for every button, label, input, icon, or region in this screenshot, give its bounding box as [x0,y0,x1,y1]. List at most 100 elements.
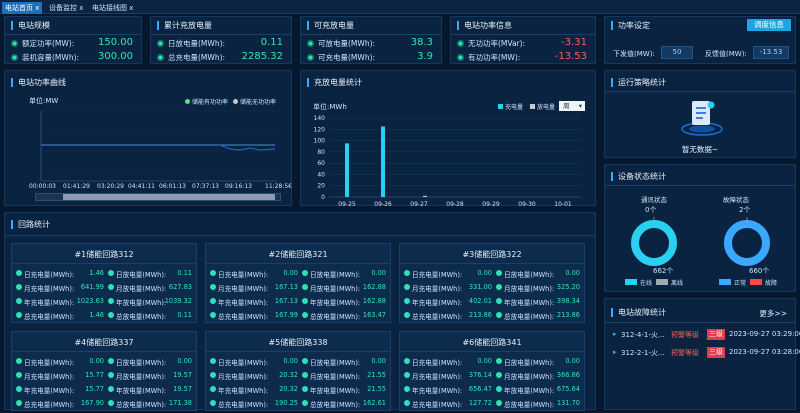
loop-stat-label: 月充电量(MWh): [24,285,75,293]
status-dot-icon [108,386,114,392]
status-dot-icon [302,270,308,276]
loop-stat: 年放电量(MWh): 19.57 [108,384,192,396]
loop-card-title: #2储能回路321 [268,250,328,259]
loop-stat-value: 167.13 [274,297,298,305]
x-tick: 01:41:29 [63,183,90,190]
status-dot-icon [496,386,502,392]
loop-stat-value: 213.86 [468,311,492,319]
loop-stat-value: 1.46 [89,269,104,277]
status-dot-icon [496,372,502,378]
loop-stat: 总放电量(MWh): 171.38 [108,398,192,410]
loop-card-title: #3储能回路322 [462,250,522,259]
loop-card: #4储能回路337 日充电量(MWh): 0.00 日放电量(MWh): 0.00 月充电… [11,331,197,411]
tab-wiring-diagram[interactable]: 电站接线图 x [89,2,136,14]
status-dot-icon [302,358,308,364]
stat-label: 可放电量(MWh): [318,39,376,48]
status-dot-icon [404,386,410,392]
stat-row: 可放电量(MWh): 38.3 [301,37,441,51]
status-dot-icon [210,386,216,392]
x-tick: 00:00:03 [29,183,56,190]
loop-stat-value: 19.57 [173,385,192,393]
loop-stat-label: 日充电量(MWh): [218,359,269,367]
loop-stat-label: 年放电量(MWh): [310,299,361,307]
tab-bar: 电站首页 x 设备监控 x 电站接线图 x [0,0,800,14]
issue-label: 下发值(MW): [613,50,655,58]
fault-type: 预警等级 [671,349,699,357]
tab-station-home[interactable]: 电站首页 x [2,2,43,14]
stat-value: -3.31 [561,37,587,48]
loop-stat-label: 月充电量(MWh): [412,373,463,381]
issue-value-field[interactable]: 50 [661,46,693,59]
power-curve-panel: 电站功率曲线 单位:MW 储能有功功率 储能无功功率 00:00:03 01:4… [4,70,292,206]
fault-row[interactable]: ▸ 312-4-1-火... 预警等级 三级 2023-09-27 03:29:… [611,329,800,343]
stat-value: 3.9 [417,51,433,62]
loop-stat-value: 190.25 [274,399,298,407]
stat-value: 300.00 [98,51,133,62]
loop-stat-value: 162.88 [362,297,386,305]
fault-normal-count: 660个 [749,267,770,275]
status-dot-icon [302,386,308,392]
fault-device: 312-4-1-火... [621,331,665,339]
stat-row: 有功功率(MW): -13.53 [451,51,595,65]
loop-stat: 日充电量(MWh): 0.00 [210,268,298,280]
status-dot-icon [404,372,410,378]
loop-stat: 年放电量(MWh): 675.64 [496,384,580,396]
stat-label: 装机容量(MWh): [22,53,80,62]
loop-stat: 日放电量(MWh): 0.00 [302,268,386,280]
loop-stat-value: 127.72 [468,399,492,407]
panel-title: 功率设定 [611,21,650,30]
zoom-slider-handle[interactable] [63,194,275,200]
fault-row[interactable]: ▸ 312-2-1-火... 预警等级 三级 2023-09-27 03:28:… [611,347,800,361]
loop-stat-label: 总充电量(MWh): [218,401,269,409]
loop-stat: 总放电量(MWh): 162.61 [302,398,386,410]
loop-stat-label: 总放电量(MWh): [504,401,555,409]
loop-stat-label: 日充电量(MWh): [24,359,75,367]
x-tick: 07:37:13 [192,183,219,190]
loop-stat-value: 163.47 [362,311,386,319]
loop-stat-value: 0.00 [565,357,580,365]
x-tick: 09-26 [374,201,392,207]
status-dot-icon [16,358,22,364]
status-dot-icon [307,40,314,47]
caret-right-icon: ▸ [613,348,617,356]
loop-stat-label: 年充电量(MWh): [218,299,269,307]
loop-stat-label: 日放电量(MWh): [504,271,555,279]
more-link[interactable]: 更多>> [759,308,787,319]
loop-card-title: #4储能回路337 [74,338,134,347]
loop-stat-value: 0.00 [477,357,492,365]
loop-stat: 总充电量(MWh): 1.46 [16,310,104,322]
fault-device: 312-2-1-火... [621,349,665,357]
loop-card: #2储能回路321 日充电量(MWh): 0.00 日放电量(MWh): 0.00 月充电… [205,243,391,323]
loop-stat-value: 167.99 [274,311,298,319]
panel-title: 电站规模 [11,21,50,30]
fault-time: 2023-09-27 03:29:00 [729,330,800,338]
y-tick: 120 [314,126,326,133]
status-dot-icon [496,400,502,406]
loop-stat: 月放电量(MWh): 325.20 [496,282,580,294]
status-dot-icon [404,284,410,290]
stat-row: 日放电量(MWh): 0.11 [151,37,291,51]
loop-stat-label: 年放电量(MWh): [310,387,361,395]
x-tick: 09-28 [446,201,464,207]
loop-stat: 总放电量(MWh): 213.86 [496,310,580,322]
status-dot-icon [108,270,114,276]
loop-stat-value: 0.00 [283,269,298,277]
stat-row: 无功功率(MVar): -3.31 [451,37,595,51]
status-dot-icon [16,284,22,290]
chargeable-panel: 可充放电量 可放电量(MWh): 38.3 可充电量(MWh): 3.9 [300,16,442,64]
status-dot-icon [210,358,216,364]
loop-stat-label: 年充电量(MWh): [24,299,75,307]
x-tick: 03:20:29 [97,183,124,190]
loop-stat: 总充电量(MWh): 167.99 [210,310,298,322]
status-dot-icon [210,270,216,276]
x-tick: 09-27 [410,201,428,207]
legend-online: 在线 [640,280,653,287]
loop-stat: 月放电量(MWh): 627.83 [108,282,192,294]
x-tick: 09:16:13 [225,183,252,190]
tab-device-monitor[interactable]: 设备监控 x [46,2,86,14]
loop-stat-label: 年放电量(MWh): [116,299,167,307]
legend-swatch-icon [719,279,731,285]
dispatch-info-button[interactable]: 调度信息 [747,19,791,31]
stat-label: 无功功率(MVar): [468,39,526,48]
loop-stat: 日放电量(MWh): 0.00 [496,268,580,280]
